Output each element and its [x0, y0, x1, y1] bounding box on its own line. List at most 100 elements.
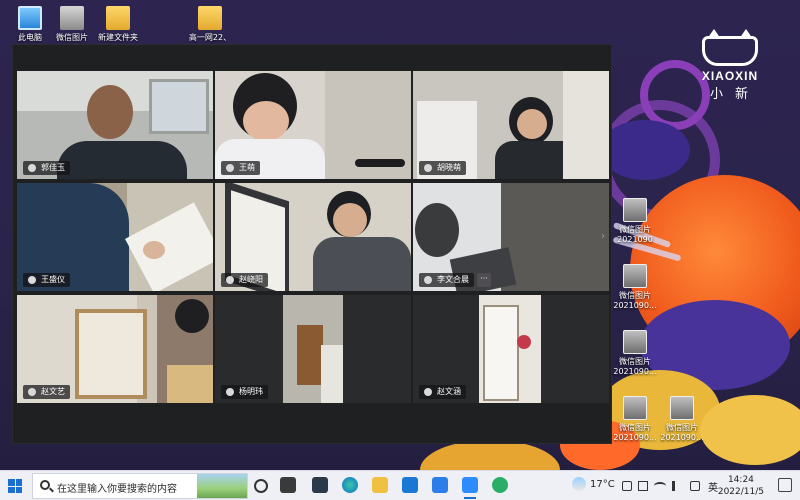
- desktop-icon-label: 此电脑: [18, 33, 42, 42]
- display-icon[interactable]: [690, 481, 700, 491]
- participant-name: 王盛仪: [41, 275, 65, 284]
- store-icon[interactable]: [402, 477, 418, 493]
- video-canvas: [75, 309, 147, 399]
- image-file-icon: [670, 396, 694, 420]
- desktop-icon-image[interactable]: 微信图片 2021090...: [605, 330, 665, 377]
- mic-icon: [424, 388, 432, 396]
- more-options-button[interactable]: ···: [477, 273, 491, 287]
- weather-temperature[interactable]: 17°C: [590, 479, 615, 490]
- system-clock[interactable]: 14:24 2022/11/5: [718, 474, 764, 498]
- video-person: [243, 101, 289, 141]
- video-tile[interactable]: 王盛仪: [17, 183, 213, 291]
- wechat-icon[interactable]: [492, 477, 508, 493]
- video-person: [333, 203, 367, 237]
- folder-icon: [198, 6, 222, 30]
- meeting-app-icon[interactable]: [462, 477, 478, 493]
- video-person: [175, 299, 209, 333]
- desktop-icon-label: 新建文件夹: [98, 33, 138, 42]
- brand-name: XIAOXIN: [701, 69, 759, 83]
- mic-icon: [226, 276, 234, 284]
- video-tile[interactable]: 赵峣阳: [215, 183, 411, 291]
- brand-logo: XIAOXIN 小新: [695, 29, 765, 102]
- desktop-icon-label: 2021090...: [613, 367, 657, 376]
- file-explorer-icon[interactable]: [372, 477, 388, 493]
- desktop-icon-image[interactable]: 微信图片 2021090: [605, 198, 665, 245]
- desktop-icon-label: 2021090: [617, 235, 653, 244]
- taskbar: 在这里输入你要搜索的内容 17°C 英 14:24 2022/11/5: [0, 470, 800, 500]
- desktop-icon-label: 微信图片: [56, 33, 88, 42]
- participant-name: 胡晓萌: [437, 163, 461, 172]
- participant-name-tag: 郭佳玉: [23, 161, 70, 175]
- desktop-icon-label: 2021090...: [660, 433, 704, 442]
- video-tile[interactable]: 赵文艺: [17, 295, 213, 403]
- weather-icon[interactable]: [572, 477, 586, 491]
- battery-icon[interactable]: [638, 481, 648, 491]
- search-placeholder: 在这里输入你要搜索的内容: [57, 484, 177, 495]
- video-tile[interactable]: 赵文涵: [413, 295, 609, 403]
- desktop-icon-image[interactable]: 微信图片 2021090...: [605, 264, 665, 311]
- mic-icon: [28, 388, 36, 396]
- video-tile[interactable]: 王萌: [215, 71, 411, 179]
- video-tile[interactable]: 李文合晨 ···: [413, 183, 609, 291]
- next-page-chevron-icon[interactable]: ›: [601, 231, 609, 245]
- desktop-icon-new-folder[interactable]: 新建文件夹: [88, 6, 148, 43]
- video-meeting-window: 郭佳玉 王萌 胡晓萌 王盛仪 赵峣阳 李文合晨 ··· 赵文艺 杨明玮 赵文涵 …: [12, 44, 612, 444]
- active-app-indicator: [464, 497, 476, 499]
- participant-name: 赵文艺: [41, 387, 65, 396]
- video-background: [563, 71, 609, 179]
- participant-name: 赵文涵: [437, 387, 461, 396]
- input-method-indicator[interactable]: 英: [708, 479, 718, 494]
- mic-icon: [424, 276, 432, 284]
- taskbar-app-icon[interactable]: [280, 477, 296, 493]
- video-tile[interactable]: 郭佳玉: [17, 71, 213, 179]
- taskbar-app-icon[interactable]: [312, 477, 328, 493]
- mic-icon: [226, 164, 234, 172]
- mic-icon: [28, 164, 36, 172]
- desktop-icon-folder[interactable]: 高一网22、: [180, 6, 240, 43]
- video-tile[interactable]: 杨明玮: [215, 295, 411, 403]
- participant-name-tag: 李文合晨: [419, 273, 474, 287]
- taskbar-app-icon[interactable]: [432, 477, 448, 493]
- volume-icon[interactable]: [672, 481, 682, 491]
- clock-time: 14:24: [727, 475, 754, 485]
- system-tray-icon[interactable]: [622, 481, 632, 491]
- pc-icon: [18, 6, 42, 30]
- image-file-icon: [623, 198, 647, 222]
- participant-name-tag: 赵文艺: [23, 385, 70, 399]
- participant-name: 李文合晨: [437, 275, 469, 284]
- video-person: [167, 365, 213, 403]
- video-person: [415, 203, 459, 257]
- notification-icon[interactable]: [778, 478, 792, 492]
- participant-name-tag: 赵文涵: [419, 385, 466, 399]
- clock-date: 2022/11/5: [717, 487, 764, 497]
- wallpaper-cloud: [600, 120, 690, 180]
- image-file-icon: [623, 330, 647, 354]
- folder-icon: [106, 6, 130, 30]
- video-curtain: [501, 183, 609, 291]
- video-person: [517, 109, 547, 139]
- desktop-icon-label: 微信图片: [619, 291, 651, 300]
- video-tile[interactable]: 胡晓萌: [413, 71, 609, 179]
- participant-name-tag: 赵峣阳: [221, 273, 268, 287]
- search-highlight-image: [197, 474, 247, 498]
- video-background: [149, 79, 209, 134]
- video-object: [355, 159, 405, 167]
- desktop-icon-image[interactable]: 微信图片 2021090...: [652, 396, 712, 443]
- photo-icon: [60, 6, 84, 30]
- video-person: [87, 85, 133, 139]
- mic-icon: [424, 164, 432, 172]
- windows-start-icon[interactable]: [8, 479, 22, 493]
- video-hand: [143, 241, 165, 259]
- image-file-icon: [623, 396, 647, 420]
- wifi-icon[interactable]: [654, 482, 666, 490]
- mic-icon: [28, 276, 36, 284]
- edge-browser-icon[interactable]: [342, 477, 358, 493]
- taskbar-search-box[interactable]: 在这里输入你要搜索的内容: [32, 473, 248, 499]
- video-person: [321, 345, 343, 403]
- task-view-icon[interactable]: [254, 479, 268, 493]
- wallpaper-cloud: [420, 440, 560, 470]
- cat-logo-icon: [702, 29, 758, 66]
- video-object: [517, 335, 531, 349]
- participant-name: 王萌: [239, 163, 255, 172]
- desktop-icon-label: 2021090...: [613, 301, 657, 310]
